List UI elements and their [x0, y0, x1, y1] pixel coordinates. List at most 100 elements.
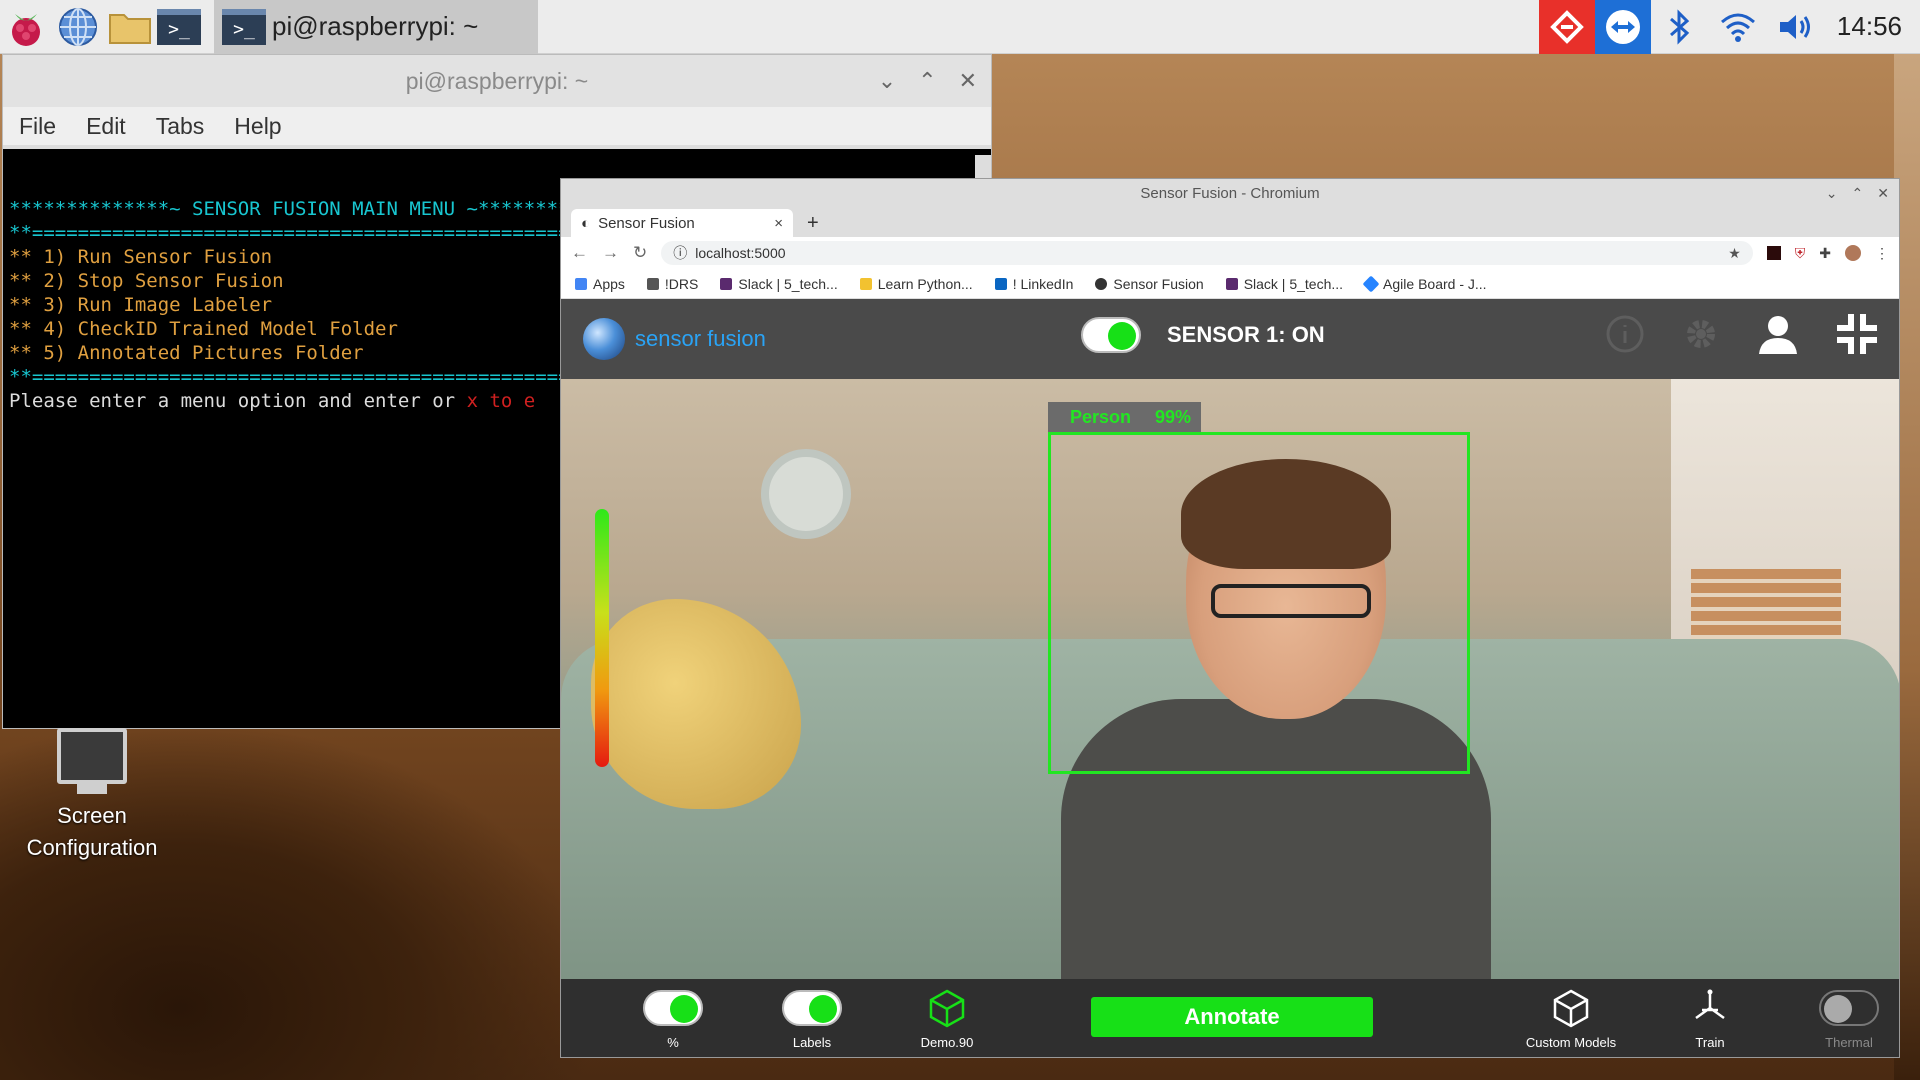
demo-model-button[interactable]: Demo.90 — [887, 987, 1007, 1050]
bookmark-learn-python[interactable]: Learn Python... — [859, 276, 973, 292]
desktop-icon-label: Screen Configuration — [26, 803, 158, 860]
profile-avatar-icon[interactable] — [1845, 245, 1861, 261]
wifi-icon[interactable] — [1709, 10, 1767, 44]
address-toolbar: ← → ↻ ⓘ localhost:5000 ★ ⛨ ✚ ⋮ — [561, 237, 1899, 269]
omnibox[interactable]: ⓘ localhost:5000 ★ — [661, 241, 1753, 265]
bookmark-sensor-fusion[interactable]: Sensor Fusion — [1095, 275, 1204, 292]
bookmark-apps[interactable]: Apps — [575, 276, 625, 292]
terminal-title-bar[interactable]: pi@raspberrypi: ~ ⌄ ⌃ ✕ — [3, 55, 991, 107]
labels-toggle-control: Labels — [752, 987, 872, 1050]
thermal-toggle[interactable] — [1819, 987, 1879, 1029]
bookmark-slack-2[interactable]: Slack | 5_tech... — [1225, 276, 1343, 292]
browser-window[interactable]: Sensor Fusion - Chromium ⌄ ⌃ ✕ ◐ Sensor … — [560, 178, 1900, 1058]
app-header: sensor fusion SENSOR 1: ON — [561, 299, 1899, 379]
bookmark-label: !DRS — [664, 275, 699, 292]
labels-toggle[interactable] — [782, 987, 842, 1029]
close-icon[interactable]: ✕ — [1877, 185, 1889, 202]
camera-feed[interactable]: Person 99% — [561, 379, 1899, 979]
puzzle-extensions-icon[interactable]: ✚ — [1819, 245, 1831, 262]
menu-file[interactable]: File — [19, 113, 56, 140]
annotate-button[interactable]: Annotate — [1091, 997, 1373, 1037]
system-tray: 14:56 — [1538, 0, 1920, 54]
bottom-toolbar: % Labels Demo.90 Annotate Custom Models … — [561, 979, 1899, 1057]
kebab-menu-icon[interactable]: ⋮ — [1875, 245, 1889, 262]
maximize-icon[interactable]: ⌃ — [1852, 185, 1864, 202]
tab-title: Sensor Fusion — [598, 214, 695, 232]
minimize-icon[interactable]: ⌄ — [878, 68, 896, 94]
info-icon[interactable]: ⓘ — [673, 243, 687, 263]
background-pillow — [591, 599, 801, 809]
extension-icon[interactable] — [1766, 246, 1781, 260]
train-button[interactable]: Train — [1650, 987, 1770, 1050]
browser-window-controls: ⌄ ⌃ ✕ — [1826, 179, 1889, 207]
cube-icon — [1551, 987, 1591, 1029]
exit-fullscreen-icon[interactable] — [1835, 312, 1879, 366]
sensor-toggle[interactable] — [1081, 317, 1141, 353]
browser-title-bar[interactable]: Sensor Fusion - Chromium ⌄ ⌃ ✕ — [561, 179, 1899, 207]
labels-label: Labels — [792, 1035, 832, 1050]
thermal-label: Thermal — [1825, 1035, 1873, 1050]
user-icon[interactable] — [1757, 314, 1799, 364]
maximize-icon[interactable]: ⌃ — [918, 68, 936, 94]
folder-icon — [646, 277, 659, 290]
python-icon — [859, 277, 872, 290]
terminal-menubar: File Edit Tabs Help — [3, 107, 991, 149]
bookmark-star-icon[interactable]: ★ — [1728, 245, 1741, 262]
prompt-text: Please enter a menu option and enter or — [9, 390, 467, 412]
site-favicon-icon — [1095, 277, 1108, 290]
back-icon[interactable]: ← — [571, 243, 588, 263]
toggle-switch — [782, 990, 842, 1026]
settings-gear-icon[interactable] — [1681, 314, 1721, 364]
custom-models-button[interactable]: Custom Models — [1511, 987, 1631, 1050]
toggle-switch — [643, 990, 703, 1026]
bookmarks-bar: Apps !DRS Slack | 5_tech... Learn Python… — [561, 269, 1899, 299]
bluetooth-icon[interactable] — [1651, 8, 1709, 45]
slack-icon — [720, 277, 733, 290]
reload-icon[interactable]: ↻ — [633, 243, 647, 263]
thermal-toggle-control: Thermal — [1789, 987, 1899, 1050]
cube-green-icon — [927, 987, 967, 1029]
monitor-stand — [77, 784, 107, 794]
sensor-toggle-group: SENSOR 1: ON — [1081, 317, 1325, 353]
teamviewer-icon[interactable] — [1594, 0, 1651, 54]
info-icon[interactable] — [1605, 314, 1645, 364]
close-icon[interactable]: ✕ — [959, 68, 977, 94]
web-browser-icon[interactable] — [52, 0, 104, 54]
globe-logo-icon — [583, 318, 625, 360]
linkedin-icon — [994, 277, 1007, 290]
bookmark-label: Sensor Fusion — [1113, 275, 1204, 292]
file-manager-icon[interactable] — [104, 0, 156, 54]
volume-icon[interactable] — [1767, 10, 1825, 44]
background-books — [1691, 569, 1841, 639]
bookmark-drs[interactable]: !DRS — [646, 275, 699, 292]
task-label: pi@raspberrypi: ~ — [272, 11, 479, 41]
desktop-icon-screen-configuration[interactable]: Screen Configuration — [12, 728, 172, 864]
menu-edit[interactable]: Edit — [86, 113, 126, 140]
bookmark-agile-board[interactable]: Agile Board - J... — [1362, 275, 1487, 292]
raspberry-menu-icon[interactable] — [0, 0, 52, 54]
toggle-knob — [809, 995, 837, 1023]
bookmark-linkedin[interactable]: ! LinkedIn — [994, 276, 1073, 292]
detection-class: Person — [1070, 406, 1132, 427]
toggle-knob — [1824, 995, 1852, 1023]
terminal-icon[interactable]: >_ — [156, 0, 208, 54]
url-text: localhost:5000 — [695, 245, 786, 261]
app-logo[interactable]: sensor fusion — [583, 318, 766, 360]
minimize-icon[interactable]: ⌄ — [1826, 185, 1838, 202]
tab-strip: ◐ Sensor Fusion × + — [561, 207, 1899, 237]
menu-help[interactable]: Help — [234, 113, 281, 140]
percent-toggle[interactable] — [643, 987, 703, 1029]
remote-desktop-icon[interactable] — [1538, 0, 1595, 54]
new-tab-button[interactable]: + — [793, 212, 833, 237]
shield-extension-icon[interactable]: ⛨ — [1795, 245, 1806, 262]
bookmark-slack-1[interactable]: Slack | 5_tech... — [720, 276, 838, 292]
monitor-icon — [57, 728, 127, 784]
clock[interactable]: 14:56 — [1825, 11, 1920, 42]
forward-icon[interactable]: → — [602, 243, 619, 263]
menu-tabs[interactable]: Tabs — [156, 113, 205, 140]
percent-toggle-control: % — [613, 987, 733, 1050]
tab-close-icon[interactable]: × — [774, 215, 783, 232]
tab-sensor-fusion[interactable]: ◐ Sensor Fusion × — [571, 209, 793, 237]
taskbar-task-terminal[interactable]: >_ pi@raspberrypi: ~ — [214, 0, 539, 54]
terminal-title: pi@raspberrypi: ~ — [405, 67, 589, 94]
